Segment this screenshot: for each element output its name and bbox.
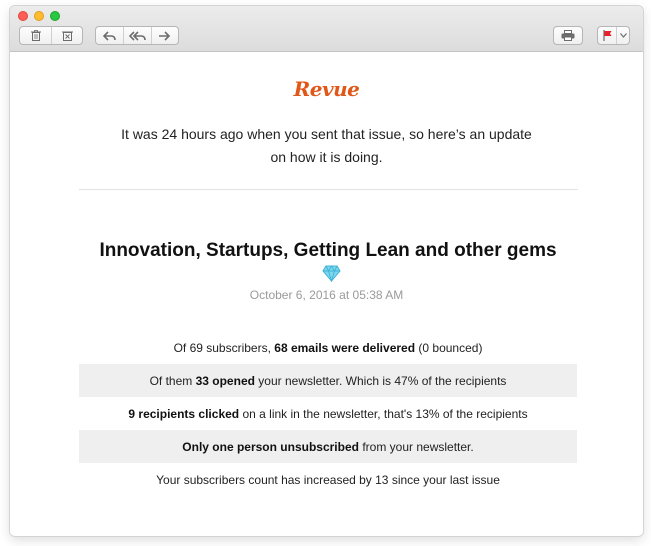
- reply-icon: [103, 30, 116, 41]
- stat-text: Of them: [149, 373, 193, 388]
- stat-highlight: Only one person unsubscribed: [182, 439, 359, 454]
- stat-text: Of 69 subscribers,: [173, 340, 271, 355]
- stat-text: Your subscribers count has increased by …: [156, 472, 500, 487]
- junk-icon: [61, 31, 73, 41]
- revue-logo: Revue: [293, 77, 360, 101]
- issue-title: Innovation, Startups, Getting Lean and o…: [95, 239, 561, 287]
- stat-opened-row: Of them 33 opened your newsletter. Which…: [79, 364, 577, 397]
- stat-highlight: 33 opened: [195, 373, 255, 388]
- email-body: Revue It was 24 hours ago when you sent …: [10, 53, 643, 536]
- stat-highlight: 68 emails were delivered: [274, 340, 416, 355]
- print-icon: [561, 30, 575, 41]
- delete-button-group: [19, 26, 83, 45]
- stat-delivered-row: Of 69 subscribers, 68 emails were delive…: [79, 331, 577, 364]
- stat-text: (0 bounced): [418, 340, 483, 355]
- window-titlebar: [10, 6, 643, 52]
- chevron-down-icon: [619, 33, 627, 38]
- stat-text: on a link in the newsletter, that's 13% …: [242, 406, 528, 421]
- stat-highlight: 9 recipients clicked: [128, 406, 240, 421]
- zoom-window-button[interactable]: [50, 11, 60, 21]
- stat-growth-row: Your subscribers count has increased by …: [79, 463, 577, 496]
- flag-icon: [603, 30, 612, 41]
- reply-button-group: [95, 26, 179, 45]
- forward-icon: [159, 30, 171, 41]
- minimize-window-button[interactable]: [34, 11, 44, 21]
- stat-text: from your newsletter.: [362, 439, 474, 454]
- issue-date: October 6, 2016 at 05:38 AM: [249, 288, 404, 302]
- reply-all-button[interactable]: [123, 27, 150, 44]
- junk-button[interactable]: [51, 27, 82, 44]
- delete-button[interactable]: [20, 27, 51, 44]
- flag-button[interactable]: [598, 27, 616, 44]
- issue-title-text: Innovation, Startups, Getting Lean and o…: [99, 240, 557, 261]
- reply-all-icon: [128, 30, 146, 41]
- trash-icon: [30, 30, 41, 41]
- intro-text: It was 24 hours ago when you sent that i…: [121, 126, 532, 165]
- stat-text: your newsletter. Which is 47% of the rec…: [258, 373, 507, 388]
- flag-menu-button[interactable]: [616, 27, 629, 44]
- print-button-group: [553, 26, 583, 45]
- reply-button[interactable]: [96, 27, 123, 44]
- print-button[interactable]: [554, 27, 582, 44]
- divider: [79, 189, 578, 190]
- gem-icon: [321, 265, 341, 282]
- forward-button[interactable]: [150, 27, 178, 44]
- mail-window: Revue It was 24 hours ago when you sent …: [10, 6, 643, 536]
- close-window-button[interactable]: [18, 11, 28, 21]
- stat-unsubscribed-row: Only one person unsubscribed from your n…: [79, 430, 577, 463]
- stat-clicked-row: 9 recipients clicked on a link in the ne…: [79, 397, 577, 430]
- window-controls: [18, 11, 60, 21]
- flag-button-group: [597, 26, 630, 45]
- mail-toolbar: [19, 26, 634, 45]
